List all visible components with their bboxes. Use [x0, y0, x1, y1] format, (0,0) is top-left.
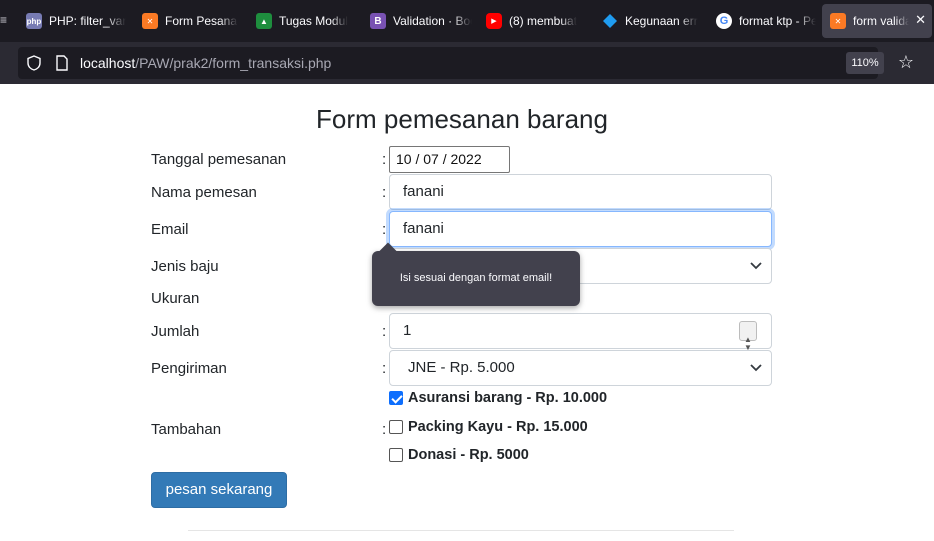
tab-label: Form Pesanan	[165, 14, 238, 28]
bootstrap-icon: B	[370, 13, 386, 29]
jumlah-value: 1	[403, 322, 412, 339]
tab-label: form validasi	[853, 14, 909, 28]
tab-label: (8) membuat	[509, 14, 578, 28]
tanggal-label: Tanggal pemesanan	[151, 151, 287, 168]
tab-kegunaan[interactable]: Kegunaan error	[594, 4, 698, 38]
tab-label: Kegunaan error	[625, 14, 698, 28]
packing-kayu-checkbox[interactable]	[389, 420, 403, 434]
colon: :	[382, 360, 387, 377]
classroom-icon: ▲	[256, 13, 272, 29]
youtube-icon: ▶	[486, 13, 502, 29]
tab-label: format ktp - Penelusuran	[739, 14, 816, 28]
tab-label: PHP: filter_var	[49, 14, 127, 28]
tab-tugas-modul[interactable]: ▲ Tugas Modul	[248, 4, 352, 38]
colon: :	[382, 221, 387, 238]
tab-format-ktp[interactable]: G format ktp - Penelusuran	[708, 4, 816, 38]
bookmark-star-icon[interactable]: ☆	[896, 51, 916, 73]
pesan-sekarang-button[interactable]: pesan sekarang	[151, 472, 287, 508]
tab-php-filter[interactable]: php PHP: filter_var	[18, 4, 130, 38]
ukuran-label: Ukuran	[151, 290, 200, 307]
shield-icon[interactable]	[26, 55, 42, 71]
tab-overflow-indicator: ≡	[0, 13, 8, 27]
tab-label: Validation · Bootstrap	[393, 14, 472, 28]
donasi-checkbox[interactable]	[389, 448, 403, 462]
diamond-icon	[602, 13, 618, 29]
email-input[interactable]: fanani	[389, 211, 772, 247]
donasi-option[interactable]: Donasi - Rp. 5000	[389, 447, 529, 463]
colon: :	[382, 184, 387, 201]
packing-kayu-option[interactable]: Packing Kayu - Rp. 15.000	[389, 419, 588, 435]
jumlah-label: Jumlah	[151, 323, 200, 340]
nama-input[interactable]: fanani	[389, 174, 772, 210]
nama-label: Nama pemesan	[151, 184, 257, 201]
asuransi-label: Asuransi barang - Rp. 10.000	[408, 390, 608, 406]
php-icon: php	[26, 13, 42, 29]
packing-kayu-label: Packing Kayu - Rp. 15.000	[408, 419, 588, 435]
tab-form-validasi[interactable]: ✕ form validasi ✕	[822, 4, 932, 38]
zoom-indicator[interactable]: 110%	[846, 52, 884, 74]
asuransi-checkbox[interactable]	[389, 391, 403, 405]
divider	[188, 530, 734, 531]
donasi-label: Donasi - Rp. 5000	[408, 447, 529, 463]
close-tab-icon[interactable]: ✕	[915, 12, 926, 28]
pengiriman-select[interactable]: JNE - Rp. 5.000	[389, 350, 772, 386]
url-path: /PAW/prak2/form_transaksi.php	[135, 55, 332, 71]
chevron-down-icon	[750, 262, 762, 270]
address-bar[interactable]: localhost/PAW/prak2/form_transaksi.php	[18, 47, 878, 79]
asuransi-option[interactable]: Asuransi barang - Rp. 10.000	[389, 390, 607, 406]
jenis-baju-label: Jenis baju	[151, 258, 219, 275]
pengiriman-label: Pengiriman	[151, 360, 227, 377]
xampp-icon: ✕	[830, 13, 846, 29]
tab-validation-bootstrap[interactable]: B Validation · Bootstrap	[362, 4, 472, 38]
tab-label: Tugas Modul	[279, 14, 348, 28]
tab-form-pesanan[interactable]: ✕ Form Pesanan	[134, 4, 238, 38]
google-icon: G	[716, 13, 732, 29]
browser-tab-bar: ≡ php PHP: filter_var ✕ Form Pesanan ▲ T…	[0, 0, 934, 42]
page-content: Form pemesanan barang Tanggal pemesanan …	[0, 84, 934, 541]
url-text[interactable]: localhost/PAW/prak2/form_transaksi.php	[80, 55, 331, 71]
colon: :	[382, 421, 387, 438]
url-host: localhost	[80, 55, 136, 71]
email-label: Email	[151, 221, 189, 238]
pengiriman-selected: JNE - Rp. 5.000	[408, 359, 515, 376]
tanggal-date-input[interactable]: 10 / 07 / 2022	[389, 146, 510, 173]
page-title: Form pemesanan barang	[316, 104, 608, 134]
page-icon[interactable]	[55, 55, 69, 71]
tab-youtube-membuat[interactable]: ▶ (8) membuat	[478, 4, 582, 38]
colon: :	[382, 323, 387, 340]
colon: :	[382, 151, 387, 168]
number-stepper[interactable]: ▲ ▼	[739, 321, 757, 352]
navigation-toolbar: localhost/PAW/prak2/form_transaksi.php	[0, 42, 934, 84]
jumlah-number-input[interactable]: 1 ▲ ▼	[389, 313, 772, 352]
xampp-icon: ✕	[142, 13, 158, 29]
chevron-down-icon	[750, 364, 762, 372]
tambahan-label: Tambahan	[151, 421, 222, 438]
email-validation-tooltip: Isi sesuai dengan format email!	[372, 251, 580, 306]
